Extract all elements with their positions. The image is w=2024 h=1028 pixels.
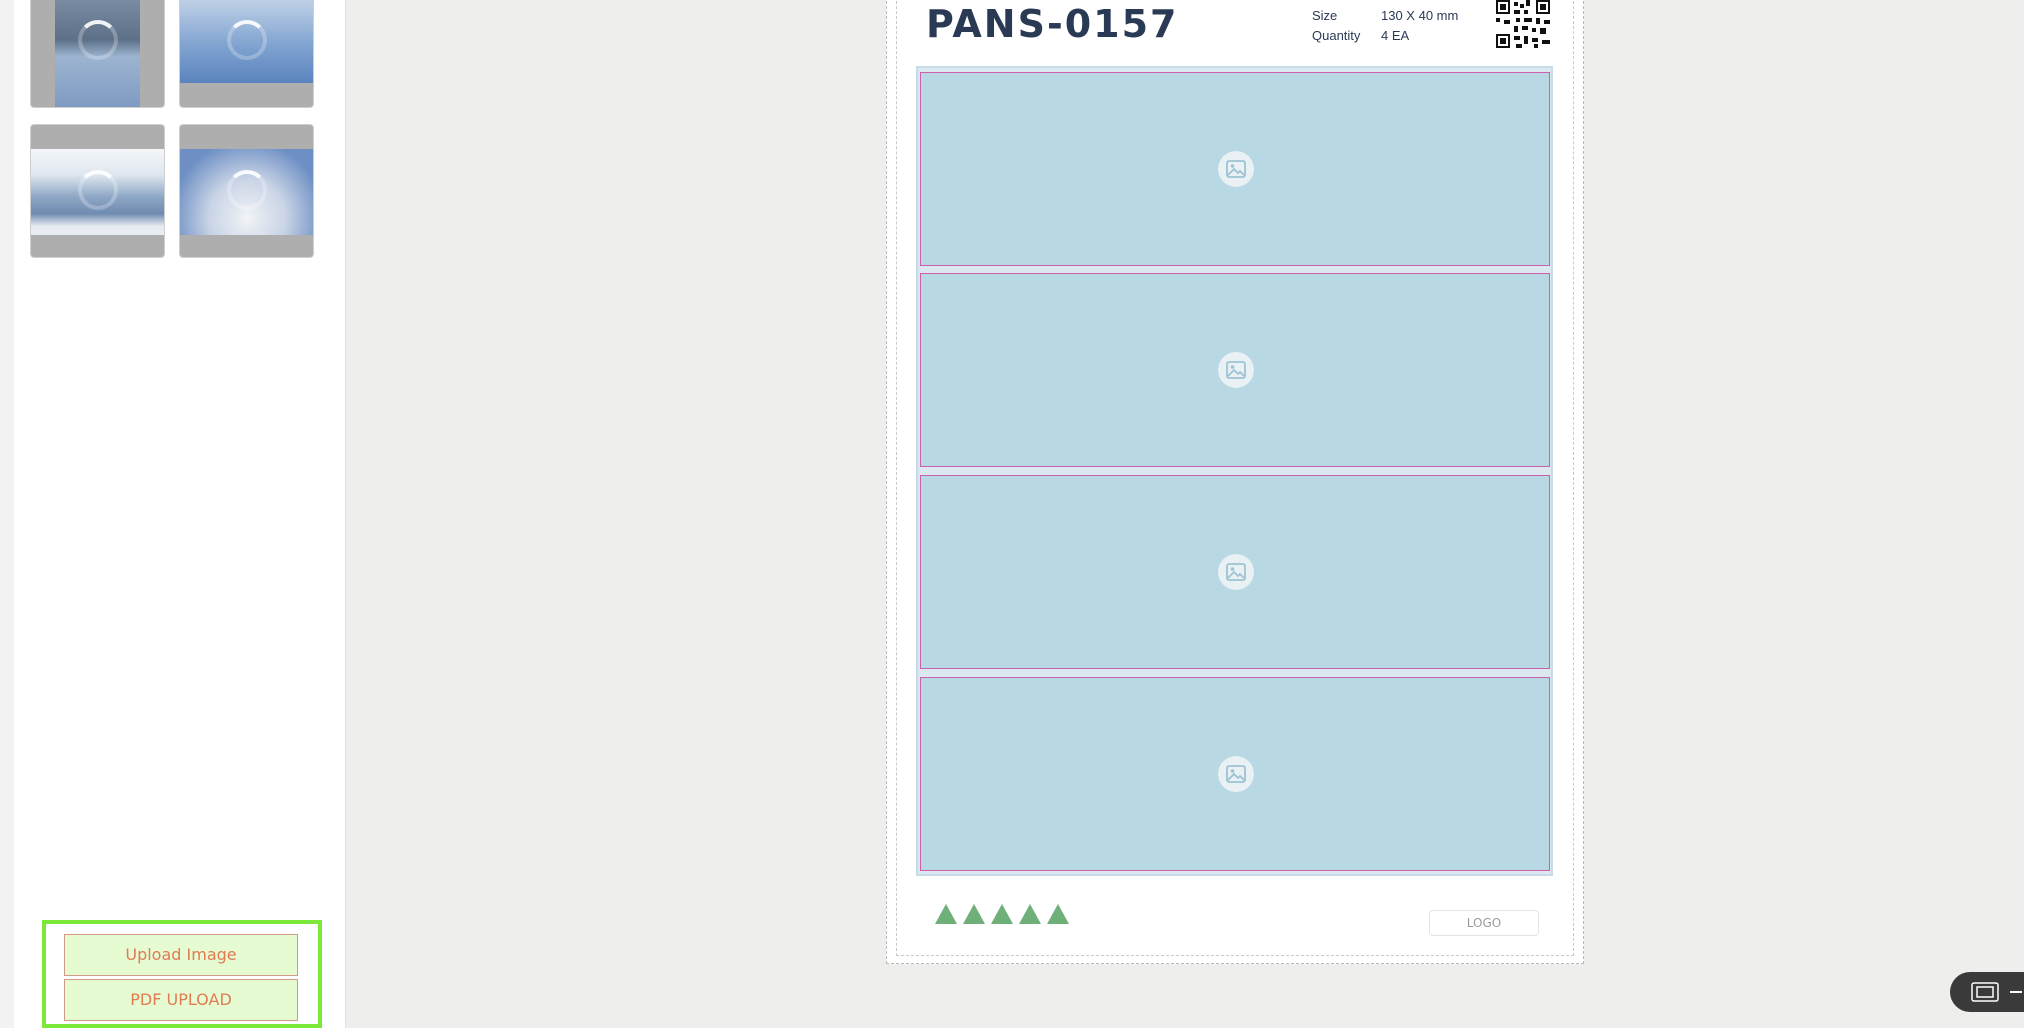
triangle-icon bbox=[1019, 904, 1041, 924]
triangle-icon bbox=[935, 904, 957, 924]
image-placeholder-icon bbox=[1218, 554, 1254, 590]
image-slot-4[interactable] bbox=[920, 677, 1550, 871]
thumbnail-airplane-sky[interactable] bbox=[179, 0, 314, 108]
image-slot-3[interactable] bbox=[920, 475, 1550, 669]
image-slot-1[interactable] bbox=[920, 72, 1550, 266]
qr-code-icon bbox=[1496, 0, 1550, 48]
quantity-label: Quantity bbox=[1312, 28, 1361, 43]
left-sidebar: Upload Image PDF UPLOAD bbox=[0, 0, 346, 1028]
image-placeholder-icon bbox=[1218, 151, 1254, 187]
sidebar-strip bbox=[0, 0, 14, 1028]
fit-to-screen-button[interactable] bbox=[1950, 972, 2024, 1012]
triangle-icon bbox=[991, 904, 1013, 924]
loading-spinner-icon bbox=[78, 170, 118, 210]
loading-spinner-icon bbox=[78, 20, 118, 60]
pdf-upload-button[interactable]: PDF UPLOAD bbox=[64, 979, 298, 1021]
loading-spinner-icon bbox=[227, 20, 267, 60]
size-value: 130 X 40 mm bbox=[1381, 8, 1459, 23]
loading-spinner-icon bbox=[227, 170, 267, 210]
triangle-icon bbox=[1047, 904, 1069, 924]
thumbnail-clouds[interactable] bbox=[179, 124, 314, 258]
upload-panel: Upload Image PDF UPLOAD bbox=[42, 920, 322, 1028]
logo-placeholder: LOGO bbox=[1429, 910, 1539, 936]
upload-image-button[interactable]: Upload Image bbox=[64, 934, 298, 976]
size-label: Size bbox=[1312, 8, 1338, 23]
triangle-icon bbox=[963, 904, 985, 924]
thumbnail-santorini[interactable] bbox=[30, 124, 165, 258]
image-placeholder-icon bbox=[1218, 352, 1254, 388]
quantity-value: 4 EA bbox=[1381, 28, 1410, 43]
image-slot-2[interactable] bbox=[920, 273, 1550, 467]
thumbnail-sea-cliff[interactable] bbox=[30, 0, 165, 108]
product-code: PANS-0157 bbox=[926, 2, 1179, 46]
fit-screen-icon bbox=[1971, 982, 1999, 1002]
zoom-minus-icon[interactable] bbox=[2010, 991, 2022, 993]
image-placeholder-icon bbox=[1218, 756, 1254, 792]
triangle-marks bbox=[935, 904, 1069, 924]
